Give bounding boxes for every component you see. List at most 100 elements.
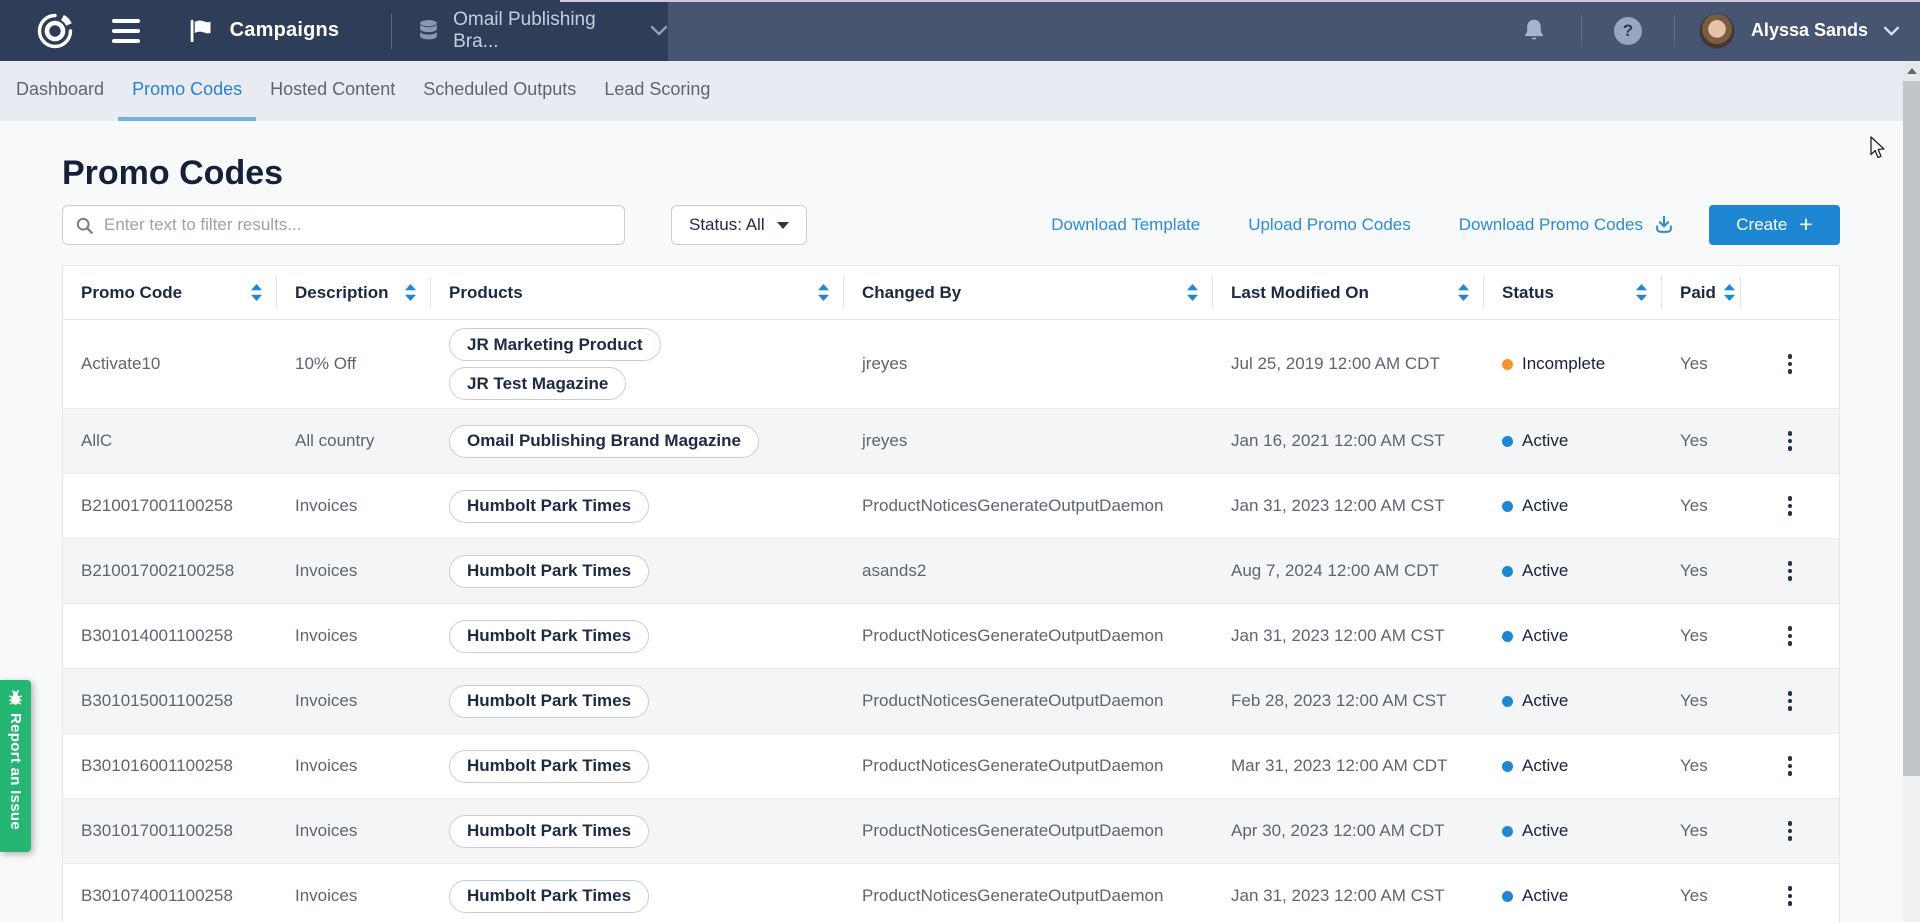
sort-icon[interactable] (405, 284, 416, 301)
description-cell: Invoices (277, 474, 431, 538)
sort-icon[interactable] (1458, 284, 1469, 301)
row-actions-kebab-icon[interactable] (1776, 492, 1804, 520)
sort-icon[interactable] (1187, 284, 1198, 301)
scrollbar-thumb[interactable] (1903, 81, 1920, 776)
tab-lead-scoring[interactable]: Lead Scoring (590, 61, 724, 121)
row-actions-kebab-icon[interactable] (1776, 882, 1804, 910)
changed-by-cell: asands2 (844, 539, 1213, 603)
row-actions-kebab-icon[interactable] (1776, 427, 1804, 455)
promo-code-cell: B301074001100258 (63, 864, 277, 922)
brand-logo-icon[interactable] (36, 12, 74, 50)
status-label: Active (1522, 561, 1568, 581)
column-header-description[interactable]: Description (277, 266, 431, 319)
download-promo-codes-link[interactable]: Download Promo Codes (1459, 214, 1675, 236)
navbar-divider (391, 13, 392, 49)
notifications-bell-icon[interactable] (1521, 17, 1547, 44)
tab-bar: DashboardPromo CodesHosted ContentSchedu… (0, 61, 1920, 121)
tab-hosted-content[interactable]: Hosted Content (256, 61, 409, 121)
status-dot-icon (1502, 631, 1513, 642)
tab-scheduled-outputs[interactable]: Scheduled Outputs (409, 61, 590, 121)
upload-promo-codes-link[interactable]: Upload Promo Codes (1248, 215, 1411, 235)
column-label: Description (295, 283, 389, 303)
tab-promo-codes[interactable]: Promo Codes (118, 61, 256, 121)
product-pill: Humbolt Park Times (449, 685, 649, 718)
row-actions-kebab-icon[interactable] (1776, 622, 1804, 650)
context-selector[interactable]: Omail Publishing Bra... (453, 9, 620, 53)
status-dot-icon (1502, 501, 1513, 512)
paid-cell: Yes (1662, 864, 1741, 922)
products-cell: Humbolt Park Times (431, 799, 844, 863)
scroll-up-button[interactable] (1903, 61, 1920, 81)
paid-cell: Yes (1662, 409, 1741, 473)
status-label: Active (1522, 821, 1568, 841)
row-actions-kebab-icon[interactable] (1776, 752, 1804, 780)
status-dot-icon (1502, 359, 1513, 370)
table-row: B301074001100258InvoicesHumbolt Park Tim… (63, 863, 1839, 922)
product-pill: JR Test Magazine (449, 367, 626, 400)
row-actions-kebab-icon[interactable] (1776, 557, 1804, 585)
actions-cell (1741, 799, 1839, 863)
sort-icon[interactable] (1636, 284, 1647, 301)
description-cell: Invoices (277, 864, 431, 922)
sort-icon[interactable] (251, 284, 262, 301)
row-actions-kebab-icon[interactable] (1776, 687, 1804, 715)
search-input[interactable] (104, 215, 612, 235)
column-header-paid[interactable]: Paid (1662, 266, 1741, 319)
status-filter-dropdown[interactable]: Status: All (671, 205, 807, 245)
window-top-strip (560, 0, 1920, 2)
context-chevron-down-icon[interactable] (650, 25, 668, 36)
help-icon[interactable]: ? (1614, 17, 1642, 45)
table-row: B301017001100258InvoicesHumbolt Park Tim… (63, 798, 1839, 863)
create-button[interactable]: Create + (1709, 205, 1840, 245)
actions-cell (1741, 734, 1839, 798)
table-header: Promo Code Description ProductsChanged By L… (63, 266, 1839, 320)
navbar-left-section: Campaigns Omail Publishing Bra... (0, 0, 668, 61)
actions-cell (1741, 409, 1839, 473)
column-header-changed-by[interactable]: Changed By (844, 266, 1213, 319)
product-pill: JR Marketing Product (449, 328, 661, 361)
last-modified-cell: Feb 28, 2023 12:00 AM CST (1213, 669, 1484, 733)
status-cell: Active (1484, 604, 1662, 668)
products-cell: JR Marketing Product JR Test Magazine (431, 320, 844, 408)
changed-by-cell: ProductNoticesGenerateOutputDaemon (844, 604, 1213, 668)
menu-icon[interactable] (112, 19, 140, 43)
paid-cell: Yes (1662, 320, 1741, 408)
row-actions-kebab-icon[interactable] (1776, 817, 1804, 845)
status-label: Active (1522, 496, 1568, 516)
status-label: Active (1522, 626, 1568, 646)
description-cell: Invoices (277, 604, 431, 668)
paid-cell: Yes (1662, 734, 1741, 798)
column-header-actions (1741, 266, 1839, 319)
user-name[interactable]: Alyssa Sands (1751, 20, 1868, 41)
product-pill: Humbolt Park Times (449, 620, 649, 653)
top-navbar: Campaigns Omail Publishing Bra... ? Alys… (0, 0, 1920, 61)
column-label: Last Modified On (1231, 283, 1369, 303)
table-row: B210017002100258InvoicesHumbolt Park Tim… (63, 538, 1839, 603)
changed-by-cell: ProductNoticesGenerateOutputDaemon (844, 799, 1213, 863)
triangle-up-icon (1907, 68, 1917, 74)
column-label: Promo Code (81, 283, 182, 303)
column-header-products[interactable]: Products (431, 266, 844, 319)
row-actions-kebab-icon[interactable] (1776, 350, 1804, 378)
download-template-link[interactable]: Download Template (1051, 215, 1200, 235)
user-avatar[interactable] (1699, 13, 1735, 49)
report-an-issue-label: Report an Issue (7, 713, 24, 830)
column-header-promo-code[interactable]: Promo Code (63, 266, 277, 319)
user-menu-chevron-down-icon[interactable] (1883, 26, 1900, 36)
tab-dashboard[interactable]: Dashboard (2, 61, 118, 121)
search-box (62, 205, 625, 245)
table-row: B210017001100258InvoicesHumbolt Park Tim… (63, 473, 1839, 538)
sort-icon[interactable] (1724, 284, 1735, 301)
vertical-scrollbar (1903, 61, 1920, 922)
status-cell: Active (1484, 734, 1662, 798)
toolbar-links: Download Template Upload Promo Codes Dow… (1051, 205, 1840, 245)
products-cell: Humbolt Park Times (431, 474, 844, 538)
changed-by-cell: jreyes (844, 409, 1213, 473)
last-modified-cell: Jan 16, 2021 12:00 AM CST (1213, 409, 1484, 473)
column-header-status[interactable]: Status (1484, 266, 1662, 319)
report-an-issue-button[interactable]: Report an Issue (0, 680, 31, 852)
actions-cell (1741, 604, 1839, 668)
column-header-last-modified-on[interactable]: Last Modified On (1213, 266, 1484, 319)
sort-icon[interactable] (818, 284, 829, 301)
actions-cell (1741, 474, 1839, 538)
